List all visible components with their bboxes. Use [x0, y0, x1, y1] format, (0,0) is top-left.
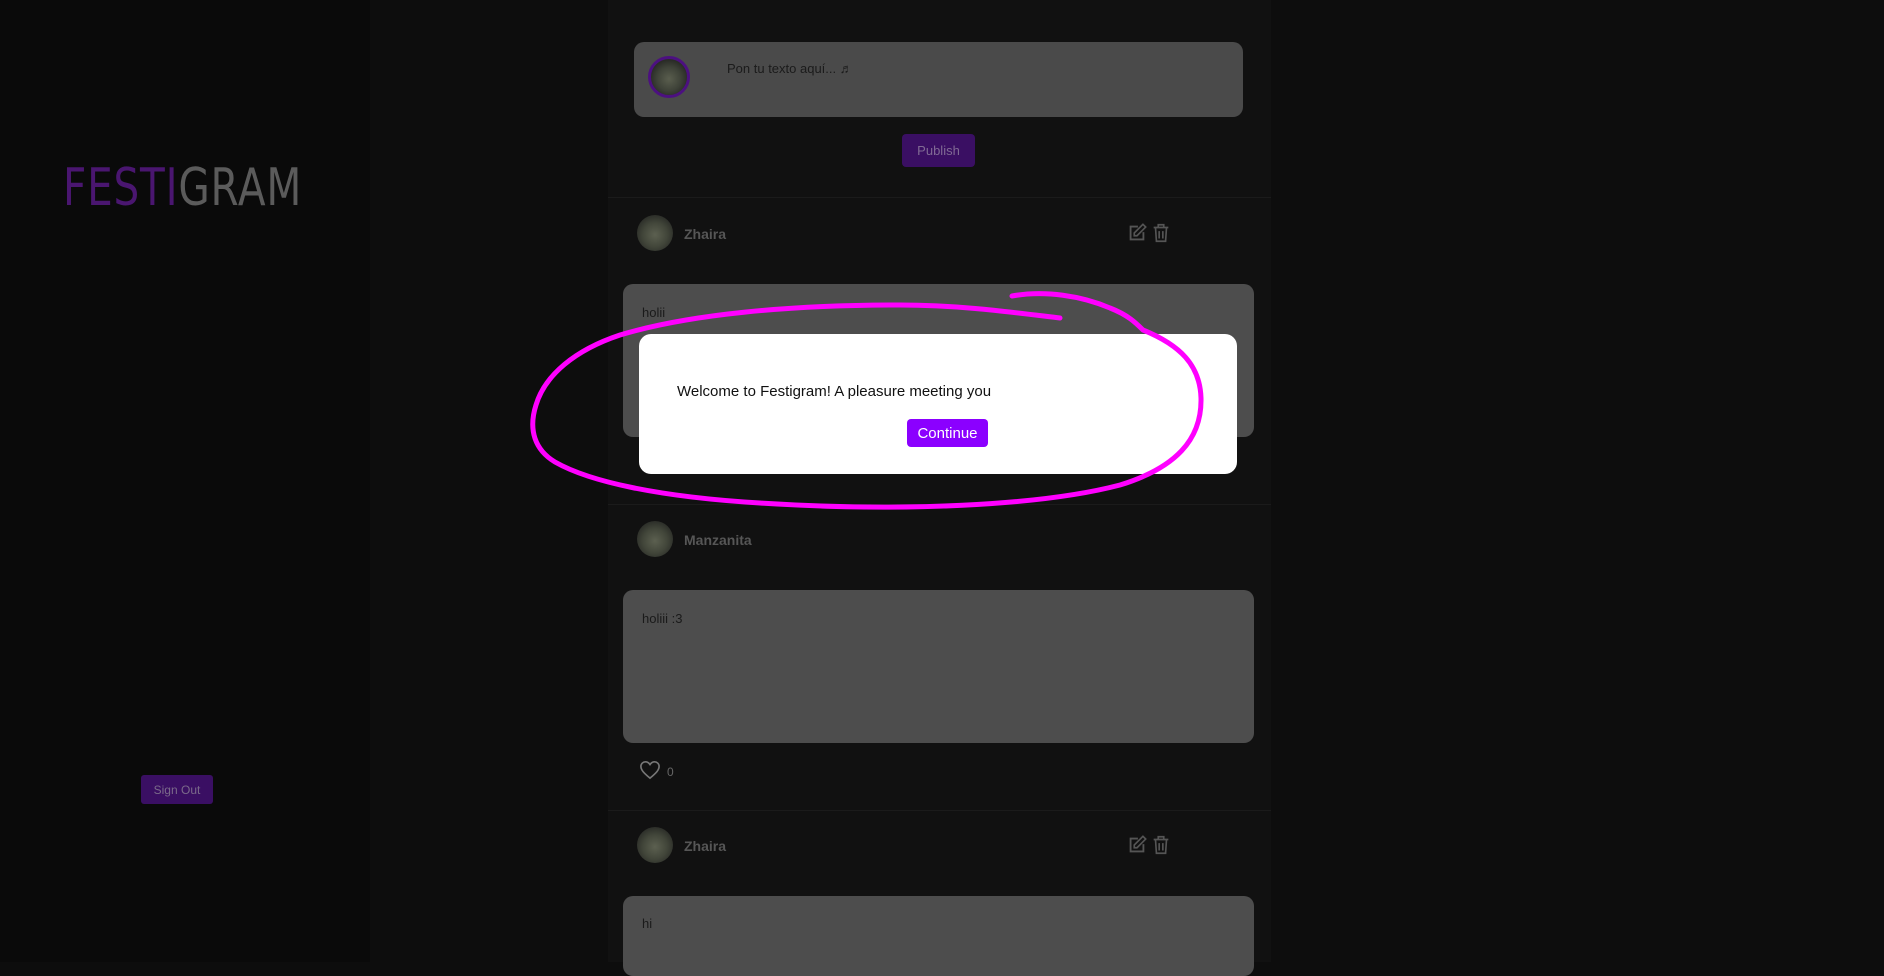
trash-icon[interactable] [1150, 222, 1172, 244]
sidebar [0, 0, 370, 962]
divider [608, 197, 1271, 198]
sign-out-button[interactable]: Sign Out [141, 775, 213, 804]
heart-icon[interactable] [639, 760, 661, 780]
festigram-logo: FESTIGRAM [63, 158, 303, 218]
avatar [637, 827, 673, 863]
welcome-dialog [639, 334, 1237, 474]
post-body [623, 896, 1254, 976]
post-text: holii [642, 305, 666, 320]
publish-button[interactable]: Publish [902, 134, 975, 167]
post-body [623, 590, 1254, 743]
continue-button[interactable]: Continue [907, 419, 988, 447]
dialog-message: Welcome to Festigram! A pleasure meeting… [677, 383, 992, 400]
divider [608, 810, 1271, 811]
edit-icon[interactable] [1126, 222, 1148, 244]
like-count: 0 [667, 765, 674, 779]
post-composer[interactable] [634, 42, 1243, 117]
post-text: hi [642, 916, 653, 931]
edit-icon[interactable] [1126, 834, 1148, 856]
trash-icon[interactable] [1150, 834, 1172, 856]
avatar [637, 521, 673, 557]
post-author: Manzanita [684, 532, 752, 548]
post-text: holiii :3 [642, 611, 683, 626]
post-author: Zhaira [684, 226, 727, 242]
avatar [637, 215, 673, 251]
composer-input[interactable]: Pon tu texto aquí... ♬ [727, 61, 853, 76]
divider [608, 504, 1271, 505]
avatar [648, 56, 690, 98]
post-author: Zhaira [684, 838, 727, 854]
